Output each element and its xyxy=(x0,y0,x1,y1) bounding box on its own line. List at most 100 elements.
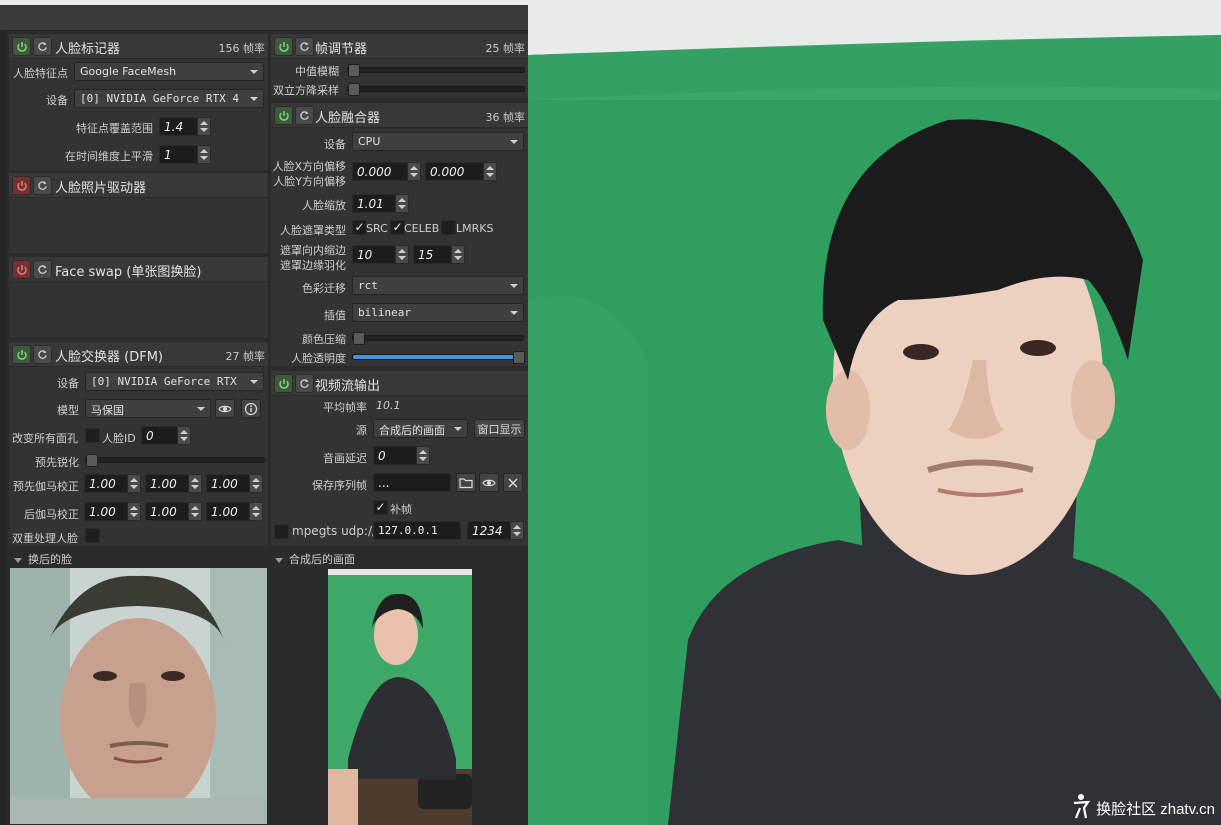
scale-spinbox[interactable]: 1.01 xyxy=(352,194,409,213)
opacity-slider[interactable] xyxy=(352,351,525,364)
landmarks-select[interactable]: Google FaceMesh xyxy=(74,62,264,81)
fill-frames-checkbox[interactable]: ✓ xyxy=(373,500,388,515)
mask-lmrks-checkbox[interactable] xyxy=(441,220,456,235)
spin-arrows-icon[interactable] xyxy=(395,195,408,212)
color-compress-slider[interactable] xyxy=(352,332,524,345)
source-select[interactable]: 合成后的画面 xyxy=(373,419,468,438)
mask-celeb-checkbox[interactable]: ✓ xyxy=(390,220,405,235)
spin-arrows-icon[interactable] xyxy=(188,503,201,520)
pre-gamma-r[interactable]: 1.00 xyxy=(84,474,141,493)
delay-spinbox[interactable]: 0 xyxy=(373,446,430,465)
spin-arrows-icon[interactable] xyxy=(249,503,262,520)
median-slider[interactable] xyxy=(347,64,525,77)
power-icon[interactable] xyxy=(274,106,293,125)
save-frames-label: 保存序列帧 xyxy=(312,479,367,492)
presharpen-slider[interactable] xyxy=(85,454,265,467)
device-select[interactable]: [0] NVIDIA GeForce RTX 4 xyxy=(74,89,264,108)
spin-arrows-icon[interactable] xyxy=(127,475,140,492)
slider-handle[interactable] xyxy=(348,64,360,77)
spin-arrows-icon[interactable] xyxy=(483,163,496,180)
device-select[interactable]: [0] NVIDIA GeForce RTX xyxy=(85,372,264,391)
range-spinbox[interactable]: 1.4 xyxy=(159,117,211,136)
panel-title: 帧调节器 xyxy=(315,42,368,57)
pre-gamma-label: 预先伽马校正 xyxy=(13,480,79,493)
spin-arrows-icon[interactable] xyxy=(127,503,140,520)
refresh-icon[interactable] xyxy=(295,37,314,56)
spin-arrows-icon[interactable] xyxy=(188,475,201,492)
power-icon[interactable] xyxy=(12,260,31,279)
swap-all-checkbox[interactable] xyxy=(85,428,100,443)
fill-frames-label: 补帧 xyxy=(390,503,412,516)
watermark: 换脸社区 zhatv.cn xyxy=(1070,793,1215,819)
info-icon[interactable] xyxy=(241,399,261,418)
slider-handle[interactable] xyxy=(353,332,365,345)
smooth-spinbox[interactable]: 1 xyxy=(159,145,211,164)
power-icon[interactable] xyxy=(12,176,31,195)
power-icon[interactable] xyxy=(274,374,293,393)
port-spinbox[interactable]: 1234 xyxy=(467,521,524,540)
xoff-spinbox[interactable]: 0.000 xyxy=(352,162,421,181)
save-path-field[interactable]: ... xyxy=(373,473,451,492)
slider-handle[interactable] xyxy=(513,351,525,364)
color-transfer-select[interactable]: rct xyxy=(352,276,524,295)
slider-handle[interactable] xyxy=(348,83,360,96)
spin-arrows-icon[interactable] xyxy=(395,246,408,263)
mpegts-checkbox[interactable] xyxy=(274,524,289,539)
slider-handle[interactable] xyxy=(86,454,98,467)
collapse-icon[interactable] xyxy=(14,557,22,563)
interp-select[interactable]: bilinear xyxy=(352,303,524,322)
spin-arrows-icon[interactable] xyxy=(197,118,210,135)
eye-icon[interactable] xyxy=(215,399,235,418)
face-id-label: 人脸ID xyxy=(102,432,136,445)
camera-image xyxy=(528,0,1221,825)
bilateral-slider[interactable] xyxy=(347,83,525,96)
spin-arrows-icon[interactable] xyxy=(177,427,190,444)
pre-gamma-b[interactable]: 1.00 xyxy=(206,474,263,493)
select-value: 马保国 xyxy=(91,404,124,417)
device-select[interactable]: CPU xyxy=(352,132,524,151)
eye-icon[interactable] xyxy=(479,473,499,492)
yoff-label: 人脸Y方向偏移 xyxy=(273,175,346,188)
post-gamma-g[interactable]: 1.00 xyxy=(145,502,202,521)
chevron-down-icon xyxy=(510,284,518,288)
spin-arrows-icon[interactable] xyxy=(451,246,464,263)
swapped-face-header[interactable]: 换后的脸 xyxy=(14,551,72,569)
select-value: bilinear xyxy=(358,306,411,319)
watermark-text: 换脸社区 zhatv.cn xyxy=(1096,801,1215,818)
spin-value: 1.00 xyxy=(150,477,177,491)
refresh-icon[interactable] xyxy=(33,260,52,279)
spin-arrows-icon[interactable] xyxy=(510,522,523,539)
folder-icon[interactable] xyxy=(456,473,476,492)
spin-arrows-icon[interactable] xyxy=(249,475,262,492)
swapped-face-image xyxy=(10,568,267,824)
window-show-button[interactable]: 窗口显示 xyxy=(474,419,525,438)
spin-arrows-icon[interactable] xyxy=(416,447,429,464)
chevron-down-icon xyxy=(510,140,518,144)
power-icon[interactable] xyxy=(12,37,31,56)
collapse-icon[interactable] xyxy=(275,557,283,563)
refresh-icon[interactable] xyxy=(33,345,52,364)
spin-arrows-icon[interactable] xyxy=(407,163,420,180)
erode-spinbox[interactable]: 10 xyxy=(352,245,409,264)
two-pass-checkbox[interactable] xyxy=(85,528,100,543)
logo-icon xyxy=(1073,794,1091,819)
post-gamma-r[interactable]: 1.00 xyxy=(84,502,141,521)
mask-src-checkbox[interactable]: ✓ xyxy=(352,220,367,235)
ip-field[interactable]: 127.0.0.1 xyxy=(373,521,461,540)
merged-frame-header[interactable]: 合成后的画面 xyxy=(275,551,355,569)
post-gamma-b[interactable]: 1.00 xyxy=(206,502,263,521)
model-select[interactable]: 马保国 xyxy=(85,399,211,418)
select-value: rct xyxy=(358,279,378,292)
pre-gamma-g[interactable]: 1.00 xyxy=(145,474,202,493)
blur-spinbox[interactable]: 15 xyxy=(413,245,465,264)
power-icon[interactable] xyxy=(12,345,31,364)
close-icon[interactable] xyxy=(503,473,523,492)
spin-arrows-icon[interactable] xyxy=(197,146,210,163)
refresh-icon[interactable] xyxy=(295,106,314,125)
refresh-icon[interactable] xyxy=(295,374,314,393)
face-id-spinbox[interactable]: 0 xyxy=(141,426,191,445)
power-icon[interactable] xyxy=(274,37,293,56)
yoff-spinbox[interactable]: 0.000 xyxy=(425,162,497,181)
refresh-icon[interactable] xyxy=(33,176,52,195)
refresh-icon[interactable] xyxy=(33,37,52,56)
